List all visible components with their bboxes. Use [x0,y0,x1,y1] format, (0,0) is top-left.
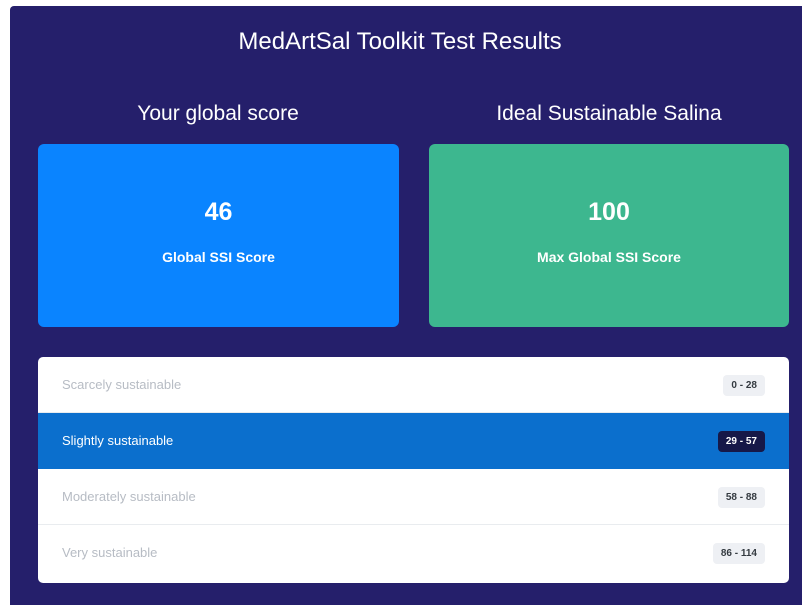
max-score-card: 100 Max Global SSI Score [429,144,789,327]
level-range-badge: 58 - 88 [717,487,765,508]
level-item-very[interactable]: Very sustainable 86 - 114 [38,525,789,581]
level-range-badge: 0 - 28 [723,375,765,396]
ideal-salina-heading: Ideal Sustainable Salina [496,102,722,125]
global-score-label: Global SSI Score [162,249,275,265]
level-name: Scarcely sustainable [62,377,182,392]
level-item-moderately[interactable]: Moderately sustainable 58 - 88 [38,469,789,525]
level-name: Very sustainable [62,545,158,560]
level-name: Slightly sustainable [62,433,174,448]
global-score-card: 46 Global SSI Score [38,144,399,327]
sustainability-levels-list: Scarcely sustainable 0 - 28 Slightly sus… [38,357,789,583]
global-score-heading: Your global score [137,102,299,125]
page-title: MedArtSal Toolkit Test Results [238,28,562,55]
max-score-label: Max Global SSI Score [537,249,681,265]
level-name: Moderately sustainable [62,489,196,504]
level-range-badge: 86 - 114 [712,543,765,564]
level-item-slightly[interactable]: Slightly sustainable 29 - 57 [38,413,789,469]
global-score-value: 46 [204,198,233,226]
level-range-badge: 29 - 57 [717,431,765,452]
max-score-value: 100 [588,198,630,226]
level-item-scarcely[interactable]: Scarcely sustainable 0 - 28 [38,357,789,413]
